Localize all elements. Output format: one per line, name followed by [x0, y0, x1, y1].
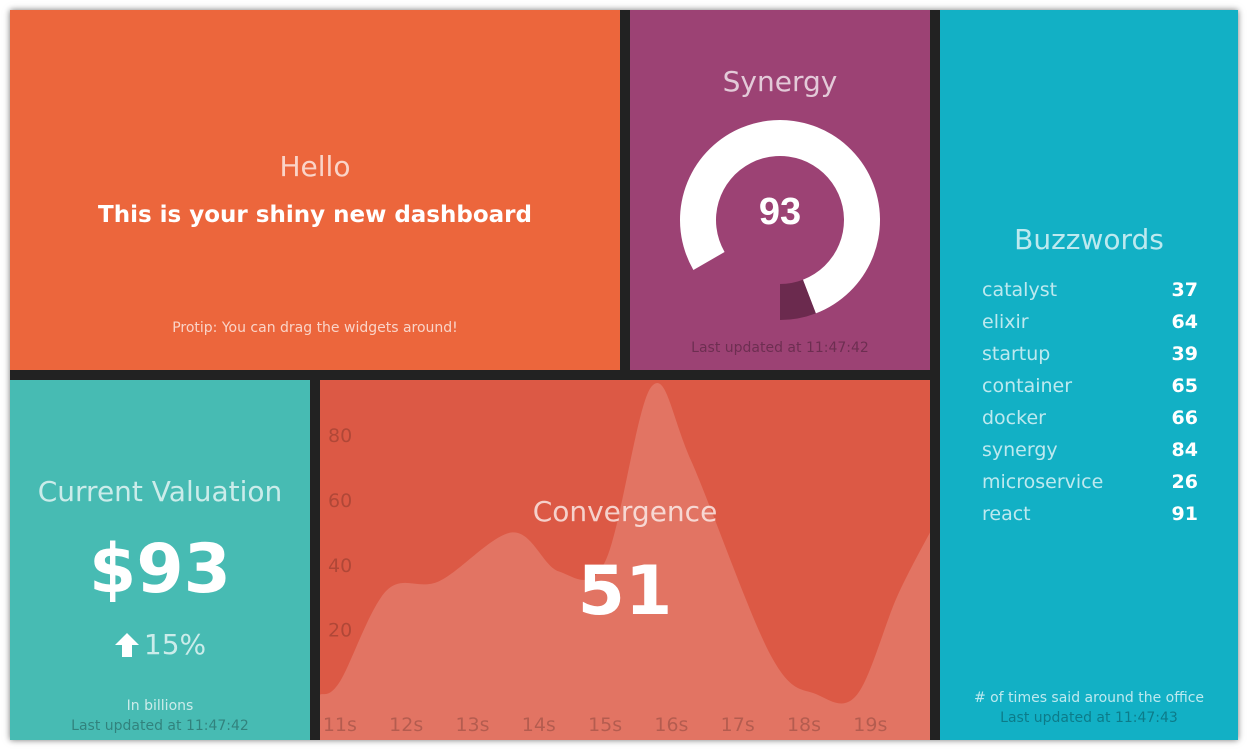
synergy-updated: Last updated at 11:47:42: [691, 340, 869, 356]
buzzword-count: 91: [1171, 503, 1198, 525]
hello-title: Hello: [279, 150, 351, 183]
valuation-widget[interactable]: Current Valuation $93 15% In billions La…: [10, 380, 310, 740]
buzzword-label: container: [982, 375, 1073, 397]
x-tick-label: 15s: [588, 714, 622, 736]
convergence-value: 51: [577, 552, 673, 631]
x-tick-label: 11s: [323, 714, 357, 736]
x-tick-label: 12s: [389, 714, 423, 736]
buzzword-label: microservice: [982, 471, 1104, 493]
buzzword-label: react: [982, 503, 1031, 525]
valuation-value: $93: [89, 530, 231, 609]
synergy-widget[interactable]: Synergy 93 Last updated at 11:47:42: [630, 10, 930, 370]
buzzwords-updated: Last updated at 11:47:43: [1000, 710, 1178, 726]
protip-text: Protip: You can drag the widgets around!: [172, 320, 458, 336]
buzzword-count: 64: [1171, 311, 1198, 333]
buzzword-count: 37: [1171, 279, 1198, 301]
x-tick-label: 14s: [522, 714, 556, 736]
list-item: container 65: [982, 370, 1198, 402]
synergy-gauge: 93: [680, 119, 880, 320]
y-tick-label: 80: [328, 425, 352, 447]
valuation-title: Current Valuation: [37, 475, 283, 508]
x-tick-label: 16s: [654, 714, 688, 736]
valuation-change: 15%: [10, 628, 310, 661]
buzzwords-more-info: # of times said around the office: [973, 690, 1205, 706]
list-item: react 91: [982, 498, 1198, 530]
list-item: startup 39: [982, 338, 1198, 370]
arrow-up-icon: [114, 632, 139, 657]
dashboard: Hello This is your shiny new dashboard P…: [10, 10, 1238, 740]
buzzword-count: 84: [1171, 439, 1198, 461]
buzzword-label: synergy: [982, 439, 1058, 461]
buzzwords-list: catalyst 37 elixir 64 startup 39 container 6…: [982, 274, 1198, 530]
x-tick-label: 18s: [787, 714, 821, 736]
list-item: synergy 84: [982, 434, 1198, 466]
buzzword-count: 26: [1171, 471, 1198, 493]
buzzword-label: docker: [982, 407, 1046, 429]
valuation-more-info: In billions: [126, 698, 194, 714]
buzzword-label: startup: [982, 343, 1051, 365]
list-item: catalyst 37: [982, 274, 1198, 306]
buzzword-label: catalyst: [982, 279, 1058, 301]
x-tick-label: 19s: [853, 714, 887, 736]
buzzword-count: 39: [1171, 343, 1198, 365]
buzzword-label: elixir: [982, 311, 1029, 333]
x-tick-label: 17s: [721, 714, 755, 736]
list-item: microservice 26: [982, 466, 1198, 498]
convergence-title: Convergence: [532, 495, 718, 528]
list-item: docker 66: [982, 402, 1198, 434]
valuation-updated: Last updated at 11:47:42: [71, 718, 249, 734]
hello-text: This is your shiny new dashboard: [98, 202, 532, 228]
buzzwords-title: Buzzwords: [1014, 223, 1164, 256]
buzzword-count: 66: [1171, 407, 1198, 429]
x-tick-label: 13s: [455, 714, 489, 736]
buzzwords-widget[interactable]: Buzzwords catalyst 37 elixir 64 startup 39 …: [940, 10, 1238, 740]
buzzword-count: 65: [1171, 375, 1198, 397]
list-item: elixir 64: [982, 306, 1198, 338]
hello-widget[interactable]: Hello This is your shiny new dashboard P…: [10, 10, 620, 370]
valuation-change-percent: 15%: [143, 628, 207, 661]
synergy-value: 93: [759, 191, 801, 233]
convergence-widget[interactable]: 20 40 60 80 11s 12s 13s 14s 15s 16s 17s 18s 19s Conv…: [320, 380, 930, 740]
